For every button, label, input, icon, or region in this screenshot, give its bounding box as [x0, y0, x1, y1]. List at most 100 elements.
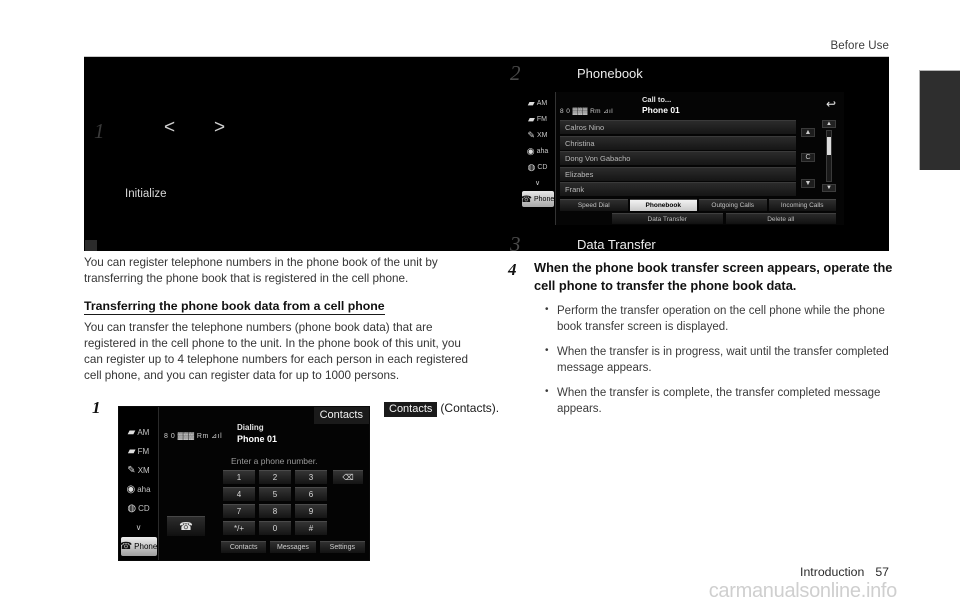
sidebar-item-fm[interactable]: ▰ FM — [521, 111, 555, 127]
tab-speed-dial[interactable]: Speed Dial — [560, 199, 628, 211]
tab-outgoing-calls[interactable]: Outgoing Calls — [699, 199, 767, 211]
list-item: Perform the transfer operation on the ce… — [545, 302, 897, 335]
list-item: When the transfer is complete, the trans… — [545, 384, 897, 417]
xm-radio-icon: ✎ — [127, 465, 136, 476]
hu2-bottom-buttons: Contacts Messages Settings — [221, 541, 365, 553]
left-text-column: You can register telephone numbers in th… — [84, 255, 470, 394]
scroll-track[interactable] — [826, 130, 832, 182]
dialpad: 1 2 3 4 5 6 7 8 9 */+ 0 # — [223, 470, 327, 535]
dialpad-key[interactable]: 2 — [259, 470, 291, 484]
hu-source-sidebar: ▰ AM ▰ FM ✎ XM ◉ aha ◍ CD ∨ ☎ Phone — [520, 92, 556, 225]
sidebar-item-aha[interactable]: ◉ aha — [120, 480, 158, 499]
body-paragraph: You can transfer the telephone numbers (… — [84, 320, 468, 383]
aha-icon: ◉ — [126, 484, 136, 495]
button-settings[interactable]: Settings — [319, 541, 365, 553]
sidebar-item-cd[interactable]: ◍ CD — [521, 159, 555, 175]
step4-title: When the phone book transfer screen appe… — [534, 260, 893, 293]
list-item[interactable]: Frank — [560, 182, 796, 196]
chapter-edge-tab — [919, 70, 960, 170]
scroll-thumb[interactable] — [827, 137, 831, 155]
dialpad-key[interactable]: 6 — [295, 487, 327, 501]
hu2-phone-label: Phone 01 — [237, 434, 278, 444]
backspace-icon[interactable]: ⌫ — [333, 470, 363, 484]
hu-status-bar: 8 0 ▓▓▓ Rm ⊿ıl — [560, 108, 614, 115]
scroll-up-icon[interactable]: ▲ — [822, 120, 836, 128]
dialpad-key[interactable]: # — [295, 521, 327, 535]
phone-number-prompt: Enter a phone number. — [231, 456, 318, 466]
hu2-status-bar: 8 0 ▓▓▓ Rm ⊿ıl — [164, 433, 223, 440]
sidebar-item-aha[interactable]: ◉ aha — [521, 143, 555, 159]
sidebar-item-more[interactable]: ∨ — [120, 518, 158, 537]
tab-phonebook[interactable]: Phonebook — [629, 199, 697, 211]
alpha-up-icon[interactable]: ▲ — [801, 128, 815, 138]
list-scrollbar[interactable]: ▲ ▼ — [822, 120, 836, 196]
alpha-letter[interactable]: C — [801, 153, 815, 163]
sidebar-item-more[interactable]: ∨ — [521, 175, 555, 191]
step1-instruction: Contacts (Contacts). — [384, 401, 500, 417]
button-messages[interactable]: Messages — [270, 541, 316, 553]
dialpad-key[interactable]: 3 — [295, 470, 327, 484]
list-item[interactable]: Calros Nino — [560, 120, 796, 134]
band-step1-number: 1 — [94, 119, 105, 143]
list-item: When the transfer is in progress, wait u… — [545, 343, 897, 376]
step3-label: Data Transfer — [577, 237, 656, 251]
button-contacts[interactable]: Contacts — [221, 541, 267, 553]
step2-label: Phonebook — [577, 66, 643, 81]
cut-off-bullet-marker — [85, 240, 97, 251]
sidebar-item-xm[interactable]: ✎ XM — [120, 461, 158, 480]
dialpad-key[interactable]: 4 — [223, 487, 255, 501]
scroll-down-icon[interactable]: ▼ — [822, 184, 836, 192]
call-handset-icon[interactable]: ☎ — [167, 516, 205, 536]
contact-list[interactable]: Calros Nino Christina Dong Von Gabacho E… — [560, 120, 796, 198]
dialpad-key[interactable]: */+ — [223, 521, 255, 535]
dialpad-key[interactable]: 5 — [259, 487, 291, 501]
list-item[interactable]: Dong Von Gabacho — [560, 151, 796, 165]
step1-number: 1 — [92, 398, 101, 417]
button-data-transfer[interactable]: Data Transfer — [612, 213, 723, 224]
dialpad-key[interactable]: 1 — [223, 470, 255, 484]
back-arrow-icon[interactable]: ↩ — [826, 98, 836, 110]
sidebar-item-phone[interactable]: ☎ Phone — [120, 537, 157, 556]
dialpad-key[interactable]: 8 — [259, 504, 291, 518]
contacts-callout-pill: Contacts — [313, 407, 369, 424]
hu2-dialing-label: Dialing — [237, 423, 264, 432]
sidebar-item-cd[interactable]: ◍ CD — [120, 499, 158, 518]
figure-band: 1 < > Initialize 2 Phonebook 3 Data Tran… — [84, 57, 889, 251]
list-item[interactable]: Elizabes — [560, 166, 796, 181]
hu-tab-row-2: Data Transfer Delete all — [612, 213, 836, 224]
step1-contacts-pill: Contacts — [384, 402, 438, 417]
cd-disc-icon: ◍ — [127, 503, 137, 514]
dialpad-key[interactable]: 9 — [295, 504, 327, 518]
alpha-down-icon[interactable]: ▼ — [801, 178, 815, 188]
prev-arrow-icon[interactable]: < — [164, 117, 175, 139]
page-footer: Introduction 57 — [800, 565, 889, 579]
step3-number: 3 — [510, 232, 521, 251]
alpha-jump-controls[interactable]: ▲ C ▼ — [799, 120, 817, 196]
subsection-heading: Transferring the phone book data from a … — [84, 298, 385, 315]
dialpad-key[interactable]: 7 — [223, 504, 255, 518]
am-radio-icon: ▰ — [127, 427, 136, 438]
button-delete-all[interactable]: Delete all — [725, 213, 836, 224]
sidebar-item-am[interactable]: ▰ AM — [120, 423, 158, 442]
site-watermark: carmanualsonline.info — [708, 580, 898, 602]
sidebar-item-fm[interactable]: ▰ FM — [120, 442, 158, 461]
tab-incoming-calls[interactable]: Incoming Calls — [768, 199, 836, 211]
sidebar-item-xm[interactable]: ✎ XM — [521, 127, 555, 143]
fm-radio-icon: ▰ — [527, 113, 535, 124]
dialpad-key[interactable]: 0 — [259, 521, 291, 535]
footer-chapter: Introduction — [800, 565, 865, 579]
footer-page-number: 57 — [875, 565, 889, 579]
hu-phone-label: Phone 01 — [642, 105, 680, 115]
manual-page: Before Use 1 < > Initialize 2 Phonebook … — [0, 0, 960, 611]
hu-main-pane: 8 0 ▓▓▓ Rm ⊿ıl Call to... Phone 01 ↩ Cal… — [556, 92, 844, 225]
next-arrow-icon[interactable]: > — [214, 117, 225, 139]
intro-paragraph: You can register telephone numbers in th… — [84, 256, 438, 286]
sidebar-item-phone[interactable]: ☎ Phone — [521, 191, 554, 207]
list-item[interactable]: Christina — [560, 135, 796, 150]
sidebar-item-am[interactable]: ▰ AM — [521, 95, 555, 111]
cd-disc-icon: ◍ — [527, 161, 536, 172]
page-header-section: Before Use — [830, 40, 889, 52]
hu-call-to-label: Call to... — [642, 95, 672, 104]
xm-radio-icon: ✎ — [527, 129, 536, 140]
step1-trailing-text: (Contacts). — [440, 401, 500, 415]
